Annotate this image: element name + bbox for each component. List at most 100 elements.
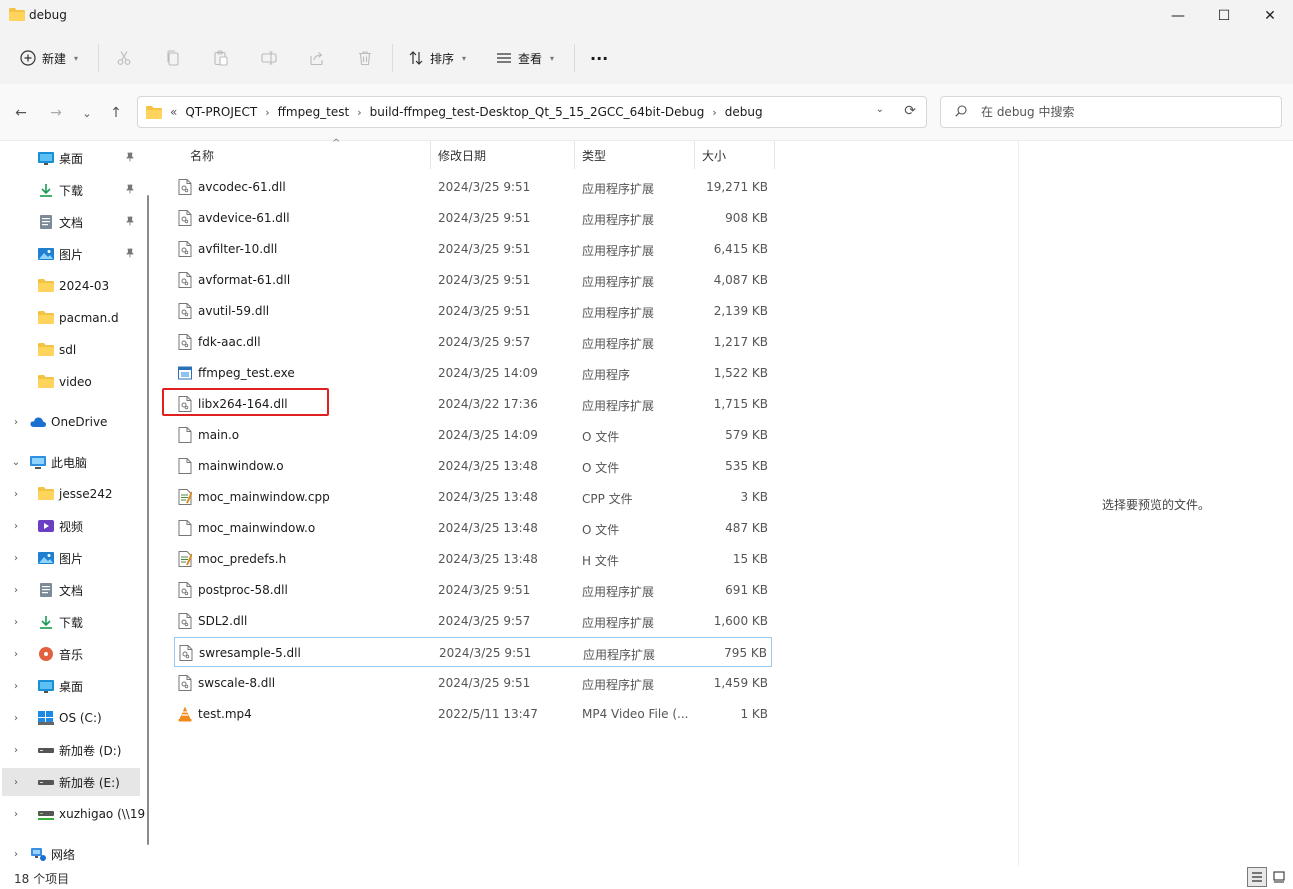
column-divider[interactable] — [574, 141, 575, 169]
sidebar-item[interactable]: 图片 — [2, 240, 140, 268]
tiles-view-button[interactable] — [1269, 867, 1289, 887]
file-row[interactable]: SDL2.dll 2024/3/25 9:57 应用程序扩展 1,600 KB — [174, 606, 772, 636]
chevron-right-icon[interactable]: › — [265, 106, 269, 119]
file-row[interactable]: postproc-58.dll 2024/3/25 9:51 应用程序扩展 691 K… — [174, 575, 772, 605]
back-button[interactable]: ← — [10, 102, 32, 124]
file-row[interactable]: avutil-59.dll 2024/3/25 9:51 应用程序扩展 2,139 K… — [174, 296, 772, 326]
file-row[interactable]: main.o 2024/3/25 14:09 O 文件 579 KB — [174, 420, 772, 450]
delete-button[interactable] — [357, 42, 373, 74]
up-button[interactable]: ↑ — [105, 102, 127, 124]
sidebar-item[interactable]: 2024-03 — [2, 272, 140, 300]
column-header-modified[interactable]: 修改日期 — [438, 141, 578, 169]
sidebar-scrollbar[interactable] — [147, 195, 149, 845]
more-options-button[interactable]: ··· — [590, 42, 608, 74]
chevron-right-icon[interactable]: › — [10, 713, 22, 724]
sidebar-item[interactable]: › 图片 — [2, 544, 140, 572]
file-row[interactable]: swscale-8.dll 2024/3/25 9:51 应用程序扩展 1,459 K… — [174, 668, 772, 698]
file-row[interactable]: swresample-5.dll 2024/3/25 9:51 应用程序扩展 795 … — [174, 637, 772, 667]
sidebar-item[interactable]: › 网络 — [2, 840, 140, 866]
sidebar-item[interactable]: › 桌面 — [2, 672, 140, 700]
view-button[interactable]: 查看 ▾ — [496, 42, 554, 74]
file-row[interactable]: avcodec-61.dll 2024/3/25 9:51 应用程序扩展 19,271… — [174, 172, 772, 202]
chevron-right-icon[interactable]: › — [10, 681, 22, 692]
breadcrumb-item[interactable]: ffmpeg_test — [278, 105, 350, 119]
sidebar-item-label: sdl — [59, 343, 77, 357]
new-button[interactable]: 新建 ▾ — [20, 42, 78, 74]
sidebar-item[interactable]: › 文档 — [2, 576, 140, 604]
chevron-right-icon[interactable]: › — [10, 417, 22, 428]
minimize-button[interactable]: — — [1155, 0, 1201, 32]
sort-button[interactable]: 排序 ▾ — [408, 42, 466, 74]
column-header-type[interactable]: 类型 — [582, 141, 692, 169]
forward-button[interactable]: → — [45, 102, 67, 124]
chevron-right-icon[interactable]: › — [10, 489, 22, 500]
chevron-right-icon[interactable]: › — [357, 106, 361, 119]
file-row[interactable]: ffmpeg_test.exe 2024/3/25 14:09 应用程序 1,522 … — [174, 358, 772, 388]
file-row[interactable]: fdk-aac.dll 2024/3/25 9:57 应用程序扩展 1,217 KB — [174, 327, 772, 357]
file-row[interactable]: moc_predefs.h 2024/3/25 13:48 H 文件 15 KB — [174, 544, 772, 574]
sidebar-item[interactable]: pacman.d — [2, 304, 140, 332]
column-divider[interactable] — [774, 141, 775, 169]
sidebar-item[interactable]: 文档 — [2, 208, 140, 236]
cut-button[interactable] — [116, 42, 132, 74]
rename-button[interactable] — [261, 42, 277, 74]
chevron-right-icon[interactable]: › — [712, 106, 716, 119]
breadcrumb-item[interactable]: build-ffmpeg_test-Desktop_Qt_5_15_2GCC_6… — [370, 105, 705, 119]
sidebar-item[interactable]: sdl — [2, 336, 140, 364]
copy-button[interactable] — [165, 42, 181, 74]
sidebar-item[interactable]: 下载 — [2, 176, 140, 204]
sidebar-item[interactable]: › OS (C:) — [2, 704, 140, 732]
vlc-icon — [178, 706, 192, 722]
file-name: test.mp4 — [198, 707, 252, 721]
search-box[interactable] — [940, 96, 1282, 128]
file-row[interactable]: test.mp4 2022/5/11 13:47 MP4 Video File (.… — [174, 699, 772, 729]
file-row[interactable]: moc_mainwindow.cpp 2024/3/25 13:48 CPP 文件 3… — [174, 482, 772, 512]
chevron-down-icon[interactable]: ⌄ — [10, 457, 22, 468]
sidebar-item[interactable]: 桌面 — [2, 144, 140, 172]
chevron-right-icon[interactable]: › — [10, 649, 22, 660]
sidebar-item-label: 此电脑 — [51, 455, 88, 470]
breadcrumb-item[interactable]: QT-PROJECT — [185, 105, 257, 119]
sidebar-item-label: 视频 — [59, 519, 84, 534]
chevron-right-icon[interactable]: › — [10, 553, 22, 564]
chevron-right-icon[interactable]: › — [10, 809, 22, 820]
search-input[interactable] — [979, 104, 1273, 120]
chevron-right-icon[interactable]: › — [10, 777, 22, 788]
sidebar-item[interactable]: › 视频 — [2, 512, 140, 540]
column-divider[interactable] — [694, 141, 695, 169]
file-row[interactable]: mainwindow.o 2024/3/25 13:48 O 文件 535 KB — [174, 451, 772, 481]
share-button[interactable] — [309, 42, 325, 74]
sidebar-item[interactable]: › 下载 — [2, 608, 140, 636]
column-header-name[interactable]: 名称 ^ — [190, 138, 430, 169]
file-row[interactable]: avdevice-61.dll 2024/3/25 9:51 应用程序扩展 908 K… — [174, 203, 772, 233]
refresh-button[interactable]: ⟳ — [904, 103, 916, 119]
sidebar-item[interactable]: › 音乐 — [2, 640, 140, 668]
file-row[interactable]: avfilter-10.dll 2024/3/25 9:51 应用程序扩展 6,415… — [174, 234, 772, 264]
sidebar-item[interactable]: › jesse242 — [2, 480, 140, 508]
address-bar[interactable]: « QT-PROJECT › ffmpeg_test › build-ffmpe… — [137, 96, 927, 128]
details-view-button[interactable] — [1247, 867, 1267, 887]
recent-locations-button[interactable]: ⌄ — [76, 102, 98, 124]
sidebar-item[interactable]: video — [2, 368, 140, 396]
file-row[interactable]: moc_mainwindow.o 2024/3/25 13:48 O 文件 487 K… — [174, 513, 772, 543]
sidebar-item[interactable]: › OneDrive — [2, 408, 140, 436]
sidebar-item[interactable]: ⌄ 此电脑 — [2, 448, 140, 476]
column-divider[interactable] — [430, 141, 431, 169]
chevron-right-icon[interactable]: › — [10, 617, 22, 628]
breadcrumb-item[interactable]: debug — [725, 105, 763, 119]
sidebar-item-label: 下载 — [59, 615, 84, 630]
chevron-right-icon[interactable]: › — [10, 585, 22, 596]
chevron-right-icon[interactable]: › — [10, 745, 22, 756]
address-dropdown-button[interactable]: ⌄ — [876, 104, 884, 115]
sidebar-item[interactable]: › xuzhigao (\\19 — [2, 800, 145, 828]
chevron-right-icon[interactable]: › — [10, 849, 22, 860]
close-button[interactable]: ✕ — [1247, 0, 1293, 32]
column-header-size[interactable]: 大小 — [702, 141, 772, 169]
sidebar-item[interactable]: › 新加卷 (E:) — [2, 768, 140, 796]
file-row[interactable]: avformat-61.dll 2024/3/25 9:51 应用程序扩展 4,087… — [174, 265, 772, 295]
breadcrumb-overflow[interactable]: « — [170, 105, 177, 119]
maximize-button[interactable]: ☐ — [1201, 0, 1247, 32]
paste-button[interactable] — [213, 42, 229, 74]
sidebar-item[interactable]: › 新加卷 (D:) — [2, 736, 140, 764]
chevron-right-icon[interactable]: › — [10, 521, 22, 532]
